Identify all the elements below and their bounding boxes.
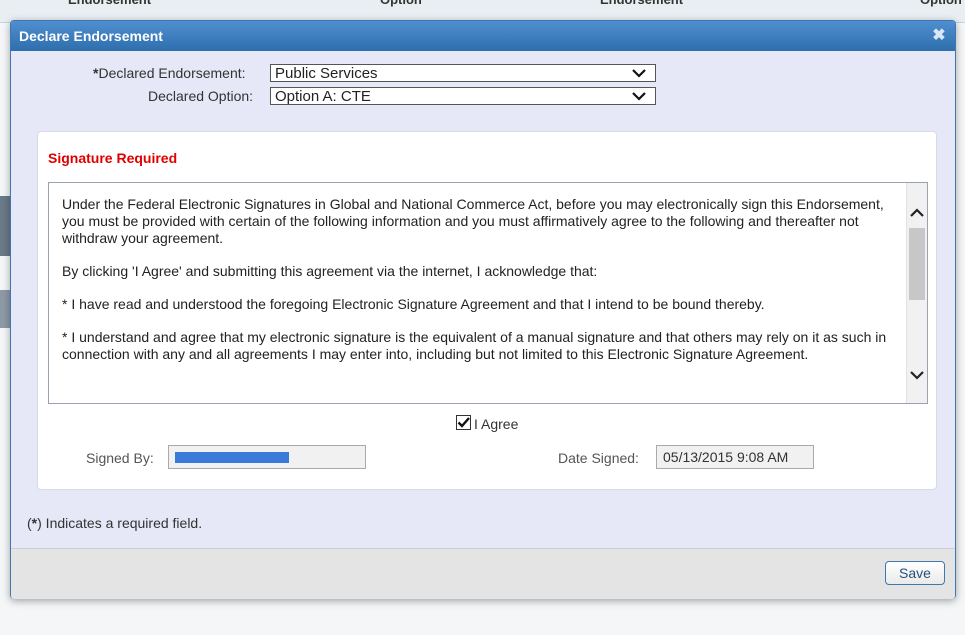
scroll-down-icon[interactable]	[907, 365, 927, 385]
save-button[interactable]: Save	[885, 561, 945, 585]
agreement-text: Under the Federal Electronic Signatures …	[62, 196, 900, 379]
declared-option-value: Option A: CTE	[275, 88, 371, 105]
agreement-scrollbar[interactable]	[906, 183, 927, 403]
checkmark-icon	[457, 417, 470, 428]
scroll-up-icon[interactable]	[907, 203, 927, 223]
declared-endorsement-value: Public Services	[275, 65, 378, 82]
agreement-paragraph: By clicking 'I Agree' and submitting thi…	[62, 263, 598, 279]
bg-column-option: Option	[380, 0, 422, 15]
declared-endorsement-label-text: Declared Endorsement:	[98, 65, 246, 81]
bg-column-endorsement: Endorsement	[68, 0, 151, 15]
chevron-down-icon	[632, 69, 646, 78]
date-signed-field: 05/13/2015 9:08 AM	[656, 445, 814, 469]
dialog-footer: Save	[11, 548, 955, 599]
signed-by-label: Signed By:	[86, 450, 154, 466]
declared-option-select[interactable]: Option A: CTE	[270, 87, 656, 105]
declared-endorsement-label: *Declared Endorsement:	[93, 65, 246, 81]
signature-panel: Signature Required Under the Federal Ele…	[37, 131, 937, 490]
agreement-text-box[interactable]: Under the Federal Electronic Signatures …	[48, 182, 928, 404]
i-agree-checkbox[interactable]	[456, 415, 471, 430]
chevron-down-icon	[632, 92, 646, 101]
redacted-name	[175, 452, 289, 463]
close-icon[interactable]: ✖	[930, 27, 948, 45]
agreement-paragraph: * I understand and agree that my electro…	[62, 329, 887, 362]
agreement-paragraph: Under the Federal Electronic Signatures …	[62, 196, 884, 246]
bg-column-endorsement-2: Endorsement	[600, 0, 683, 15]
declare-endorsement-dialog: Declare Endorsement ✖ *Declared Endorsem…	[10, 20, 956, 599]
i-agree-label: I Agree	[474, 416, 519, 432]
scrollbar-thumb[interactable]	[909, 228, 925, 300]
signed-by-field	[168, 445, 366, 469]
date-signed-label: Date Signed:	[558, 450, 639, 466]
declared-endorsement-select[interactable]: Public Services	[270, 64, 656, 82]
dialog-titlebar: Declare Endorsement ✖	[11, 21, 955, 51]
required-note-text: ) Indicates a required field.	[37, 515, 203, 531]
bg-column-option-2: Option	[920, 0, 962, 15]
agreement-paragraph: * I have read and understood the foregoi…	[62, 296, 765, 312]
declared-option-label: Declared Option:	[148, 88, 254, 104]
dialog-title: Declare Endorsement	[19, 28, 163, 44]
signature-required-heading: Signature Required	[48, 150, 178, 166]
required-field-note: (*) Indicates a required field.	[27, 515, 202, 531]
